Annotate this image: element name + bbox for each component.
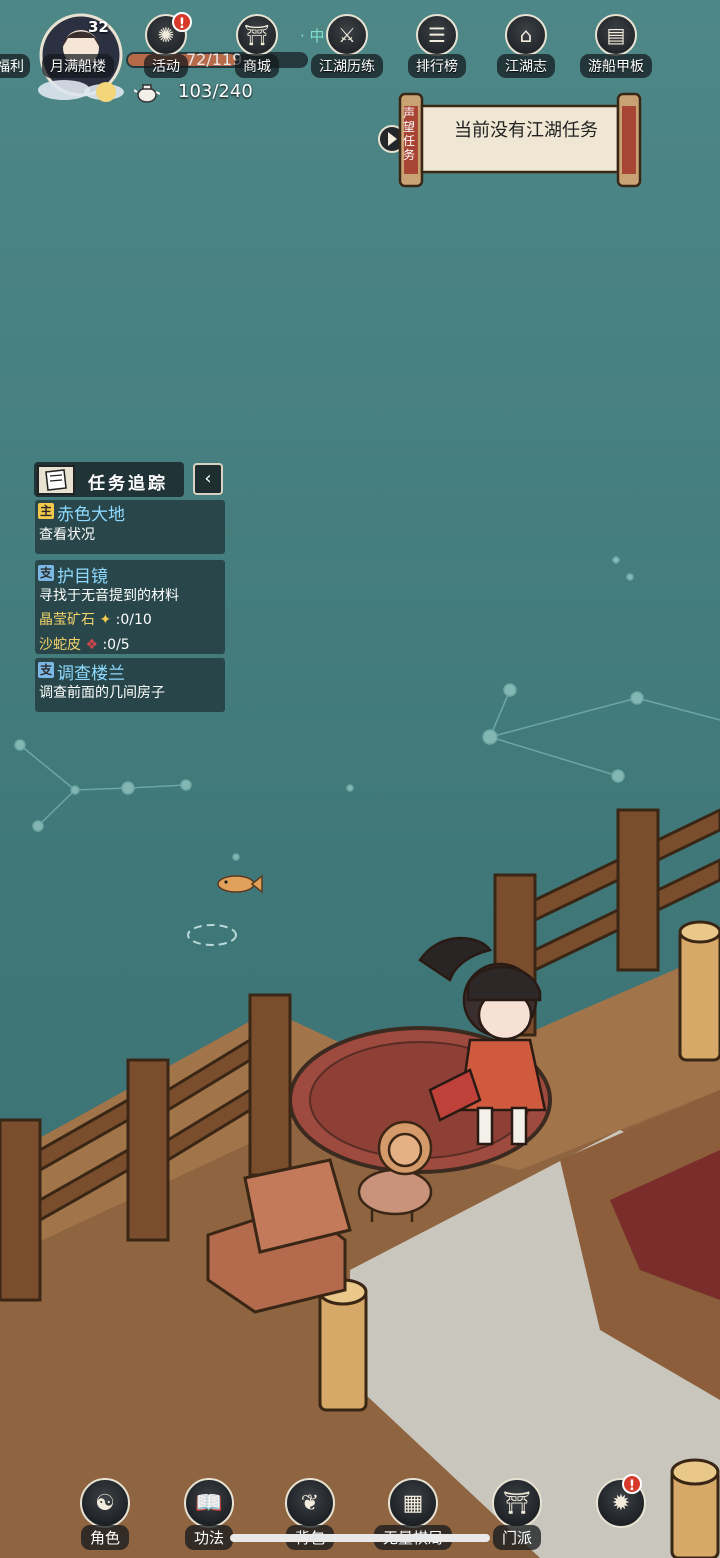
nav-label: 门派 bbox=[492, 1525, 541, 1550]
top-item-label: 商城 bbox=[235, 54, 279, 78]
material-name: 沙蛇皮 bbox=[39, 637, 81, 653]
top-item-chronicle[interactable]: ⌂ 江湖志 bbox=[486, 14, 566, 78]
nav-character[interactable]: ☯ 角色 bbox=[62, 1478, 148, 1550]
stamina-teapot-icon bbox=[134, 84, 160, 103]
scroll-book-icon bbox=[37, 465, 75, 495]
material-crystal-ore: 晶莹矿石 ✦ :0/10 bbox=[39, 609, 152, 629]
backpack-icon: ❦ bbox=[285, 1478, 335, 1528]
partial-welfare-label[interactable]: 福利 bbox=[0, 54, 30, 78]
sect-gate-icon: ⛩ bbox=[492, 1478, 542, 1528]
material-sand-snake-skin: 沙蛇皮 ❖ :0/5 bbox=[39, 634, 130, 654]
material-name: 晶莹矿石 bbox=[39, 612, 95, 628]
reputation-task-text: 当前没有江湖任务 bbox=[454, 120, 598, 141]
quest-tag-main: 主 bbox=[38, 503, 54, 519]
quest-tracker-title: 任务追踪 bbox=[88, 474, 168, 494]
quest-desc: 调查前面的几间房子 bbox=[39, 685, 165, 701]
quest-desc: 寻找于无音提到的材料 bbox=[39, 588, 179, 604]
quest-name: 护目镜 bbox=[57, 567, 108, 587]
top-item-label: 活动 bbox=[144, 54, 188, 78]
emblem-alert-badge: ! bbox=[622, 1474, 642, 1494]
quest-desc: 查看状况 bbox=[39, 527, 95, 543]
top-item-label: 江湖志 bbox=[497, 54, 555, 78]
top-item-training[interactable]: ⚔ 江湖历练 bbox=[307, 14, 387, 78]
stamina-value: 103/240 bbox=[178, 81, 253, 102]
top-item-ship-tower[interactable]: 月满船楼 bbox=[38, 14, 118, 78]
quest-name: 赤色大地 bbox=[57, 505, 125, 525]
quest-name: 调查楼兰 bbox=[57, 664, 125, 684]
top-item-label: 月满船楼 bbox=[42, 54, 114, 78]
top-item-label: 游船甲板 bbox=[580, 54, 652, 78]
material-count: :0/5 bbox=[102, 637, 130, 653]
quest-card-side-goggles[interactable]: 支 护目镜 寻找于无音提到的材料 晶莹矿石 ✦ :0/10 沙蛇皮 ❖ :0/5 bbox=[35, 560, 225, 654]
quest-tag-side: 支 bbox=[38, 565, 54, 581]
chess-board-icon: ▦ bbox=[388, 1478, 438, 1528]
top-item-label: 江湖历练 bbox=[311, 54, 383, 78]
quest-tag-side: 支 bbox=[38, 662, 54, 678]
snake-skin-icon: ❖ bbox=[85, 637, 99, 653]
home-indicator[interactable] bbox=[230, 1534, 490, 1542]
chronicle-icon: ⌂ bbox=[505, 14, 547, 56]
material-count: :0/10 bbox=[115, 612, 152, 628]
deck-icon: ▤ bbox=[595, 14, 637, 56]
skills-book-icon: 📖 bbox=[184, 1478, 234, 1528]
top-item-event[interactable]: ✺ ! 活动 bbox=[126, 12, 206, 78]
top-item-ranking[interactable]: ☰ 排行榜 bbox=[397, 14, 477, 78]
reputation-task-tab: 声望任务 bbox=[403, 106, 416, 162]
top-item-shop[interactable]: ⛩ 商城 bbox=[217, 14, 297, 78]
quest-card-side-loulan[interactable]: 支 调查楼兰 调查前面的几间房子 bbox=[35, 658, 225, 712]
top-item-label: 排行榜 bbox=[408, 54, 466, 78]
crystal-ore-icon: ✦ bbox=[99, 612, 112, 628]
collapse-tracker-button[interactable]: ‹ bbox=[193, 463, 223, 495]
training-icon: ⚔ bbox=[326, 14, 368, 56]
ranking-icon: ☰ bbox=[416, 14, 458, 56]
nav-label: 角色 bbox=[80, 1525, 129, 1550]
game-scene bbox=[0, 0, 720, 1558]
nav-sect-emblem[interactable]: ✹ ! bbox=[578, 1474, 664, 1528]
nav-label: 功法 bbox=[184, 1525, 233, 1550]
character-icon: ☯ bbox=[80, 1478, 130, 1528]
event-alert-badge: ! bbox=[172, 12, 192, 32]
quest-card-main[interactable]: 主 赤色大地 查看状况 bbox=[35, 500, 225, 554]
top-item-deck[interactable]: ▤ 游船甲板 bbox=[576, 14, 656, 78]
shop-icon: ⛩ bbox=[236, 14, 278, 56]
